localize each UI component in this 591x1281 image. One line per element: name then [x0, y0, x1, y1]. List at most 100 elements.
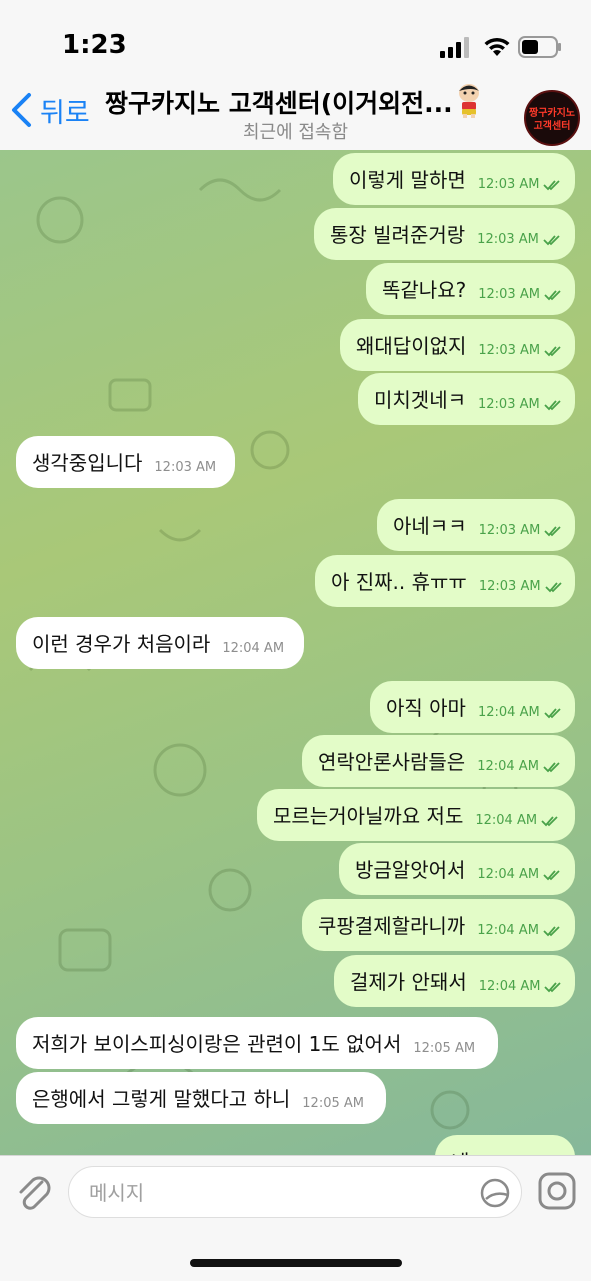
message-time: 12:03 AM	[478, 523, 541, 538]
message-meta: 12:04 AM	[478, 705, 562, 720]
outgoing-message[interactable]: 미치겟네ㅋ 12:03 AM	[358, 373, 575, 425]
message-meta: 12:05 AM	[302, 1096, 364, 1111]
message-time: 12:05 AM	[413, 1041, 476, 1056]
message-time: 12:04 AM	[478, 979, 541, 994]
message-text: 아직 아마	[386, 696, 466, 720]
input-bar	[0, 1155, 591, 1281]
message-text: 은행에서 그렇게 말했다고 하니	[32, 1087, 291, 1111]
double-check-icon	[541, 815, 558, 826]
camera-icon[interactable]	[538, 1172, 576, 1210]
message-time: 12:04 AM	[477, 923, 539, 938]
message-meta: 12:03 AM	[154, 460, 216, 475]
message-text: 통장 빌려준거랑	[330, 223, 466, 247]
double-check-icon	[543, 179, 561, 190]
chat-subtitle: 최근에 접속함	[242, 122, 349, 143]
outgoing-message[interactable]: 쿠팡결제할라니까 12:04 AM	[302, 899, 575, 951]
message-meta: 12:04 AM	[477, 867, 561, 882]
message-meta: 12:03 AM	[479, 579, 563, 594]
double-check-icon	[543, 234, 560, 245]
message-time: 12:03 AM	[478, 343, 541, 358]
outgoing-message[interactable]: 똑같나요? 12:03 AM	[366, 263, 575, 315]
chat-title[interactable]: 짱구카지노 고객센터(이거외전...	[105, 84, 455, 120]
double-check-icon	[543, 761, 560, 772]
double-check-icon	[544, 981, 562, 992]
message-text: 생각중입니다	[32, 451, 143, 475]
message-text: 네	[451, 1145, 469, 1155]
double-check-icon	[543, 869, 560, 880]
incoming-message[interactable]: 이런 경우가 처음이라 12:04 AM	[16, 617, 304, 669]
message-time: 12:04 AM	[477, 705, 540, 720]
message-text: 연락안론사람들은	[318, 750, 466, 774]
avatar[interactable]: 짱구카지노 고객센터	[524, 90, 580, 146]
outgoing-message[interactable]: 네	[435, 1135, 575, 1155]
message-text: 아 진짜.. 휴ㅠㅠ	[331, 570, 467, 594]
double-check-icon	[544, 525, 561, 536]
message-meta: 12:03 AM	[478, 287, 562, 302]
message-time: 12:04 AM	[477, 867, 540, 882]
outgoing-message[interactable]: 통장 빌려준거랑 12:03 AM	[314, 208, 575, 260]
outgoing-message[interactable]: 왜대답이없지 12:03 AM	[340, 319, 575, 371]
message-meta: 12:03 AM	[479, 523, 563, 538]
message-text: 걸제가 안돼서	[350, 970, 467, 994]
paperclip-icon[interactable]	[14, 1170, 54, 1214]
message-time: 12:03 AM	[477, 232, 539, 247]
message-text: 모르는거아닐까요 저도	[273, 804, 464, 828]
outgoing-message[interactable]: 연락안론사람들은 12:04 AM	[302, 735, 575, 787]
incoming-message[interactable]: 저희가 보이스피싱이랑은 관련이 1도 없어서 12:05 AM	[16, 1017, 498, 1069]
message-meta: 12:04 AM	[477, 759, 561, 774]
message-text: 방금알앗어서	[355, 858, 466, 882]
message-meta: 12:03 AM	[478, 177, 562, 192]
message-time: 12:03 AM	[478, 287, 540, 302]
message-time: 12:03 AM	[478, 397, 540, 412]
home-indicator	[190, 1259, 402, 1267]
double-check-icon	[544, 707, 561, 718]
message-text: 똑같나요?	[382, 278, 467, 302]
message-time: 12:03 AM	[477, 177, 540, 192]
message-time: 12:04 AM	[222, 641, 285, 656]
message-meta: 12:03 AM	[478, 343, 562, 358]
outgoing-message[interactable]: 아네ㅋㅋ 12:03 AM	[377, 499, 575, 551]
message-time: 12:04 AM	[475, 813, 538, 828]
outgoing-message[interactable]: 걸제가 안돼서 12:04 AM	[334, 955, 575, 1007]
message-time: 12:03 AM	[478, 579, 541, 594]
message-text: 이런 경우가 처음이라	[32, 632, 211, 656]
sticker-icon[interactable]	[479, 1177, 511, 1209]
status-time: 1:23	[62, 30, 127, 60]
message-meta: 12:04 AM	[222, 641, 284, 656]
chat-area[interactable]: 이렇게 말하면 12:03 AM 통장 빌려준거랑 12:03 AM 똑같나요? 12:0…	[0, 150, 591, 1155]
outgoing-message[interactable]: 아직 아마 12:04 AM	[370, 681, 575, 733]
cartoon-boy-icon	[459, 84, 479, 118]
outgoing-message[interactable]: 아 진짜.. 휴ㅠㅠ 12:03 AM	[315, 555, 575, 607]
double-check-icon	[544, 345, 561, 356]
battery-icon	[518, 36, 561, 58]
avatar-logo-text-2: 고객센터	[533, 121, 571, 132]
message-meta: 12:04 AM	[477, 923, 561, 938]
double-check-icon	[544, 581, 562, 592]
message-meta: 12:04 AM	[475, 813, 559, 828]
incoming-message[interactable]: 생각중입니다 12:03 AM	[16, 436, 235, 488]
outgoing-message[interactable]: 모르는거아닐까요 저도 12:04 AM	[257, 789, 575, 841]
chat-header: 뒤로 짱구카지노 고객센터(이거외전... 최근에 접속함 짱구카지노 고객센터	[0, 70, 591, 151]
avatar-logo-text-1: 짱구카지노	[529, 108, 575, 119]
double-check-icon	[544, 289, 561, 300]
message-text: 이렇게 말하면	[349, 168, 466, 192]
message-input[interactable]	[87, 1177, 471, 1209]
incoming-message[interactable]: 은행에서 그렇게 말했다고 하니 12:05 AM	[16, 1072, 386, 1124]
message-meta: 12:03 AM	[477, 232, 561, 247]
message-text: 아네ㅋㅋ	[393, 514, 467, 538]
outgoing-message[interactable]: 방금알앗어서 12:04 AM	[339, 843, 575, 895]
message-time: 12:04 AM	[477, 759, 539, 774]
message-time: 12:05 AM	[302, 1096, 364, 1111]
message-time: 12:03 AM	[154, 460, 217, 475]
message-text: 쿠팡결제할라니까	[318, 914, 466, 938]
message-meta: 12:04 AM	[479, 979, 563, 994]
message-text: 왜대답이없지	[356, 334, 467, 358]
message-field	[68, 1166, 522, 1218]
double-check-icon	[543, 925, 560, 936]
message-meta: 12:03 AM	[478, 397, 562, 412]
message-text: 저희가 보이스피싱이랑은 관련이 1도 없어서	[32, 1032, 402, 1056]
message-meta: 12:05 AM	[413, 1041, 475, 1056]
wifi-icon	[484, 37, 510, 56]
outgoing-message[interactable]: 이렇게 말하면 12:03 AM	[333, 153, 575, 205]
signal-icon	[440, 37, 469, 58]
